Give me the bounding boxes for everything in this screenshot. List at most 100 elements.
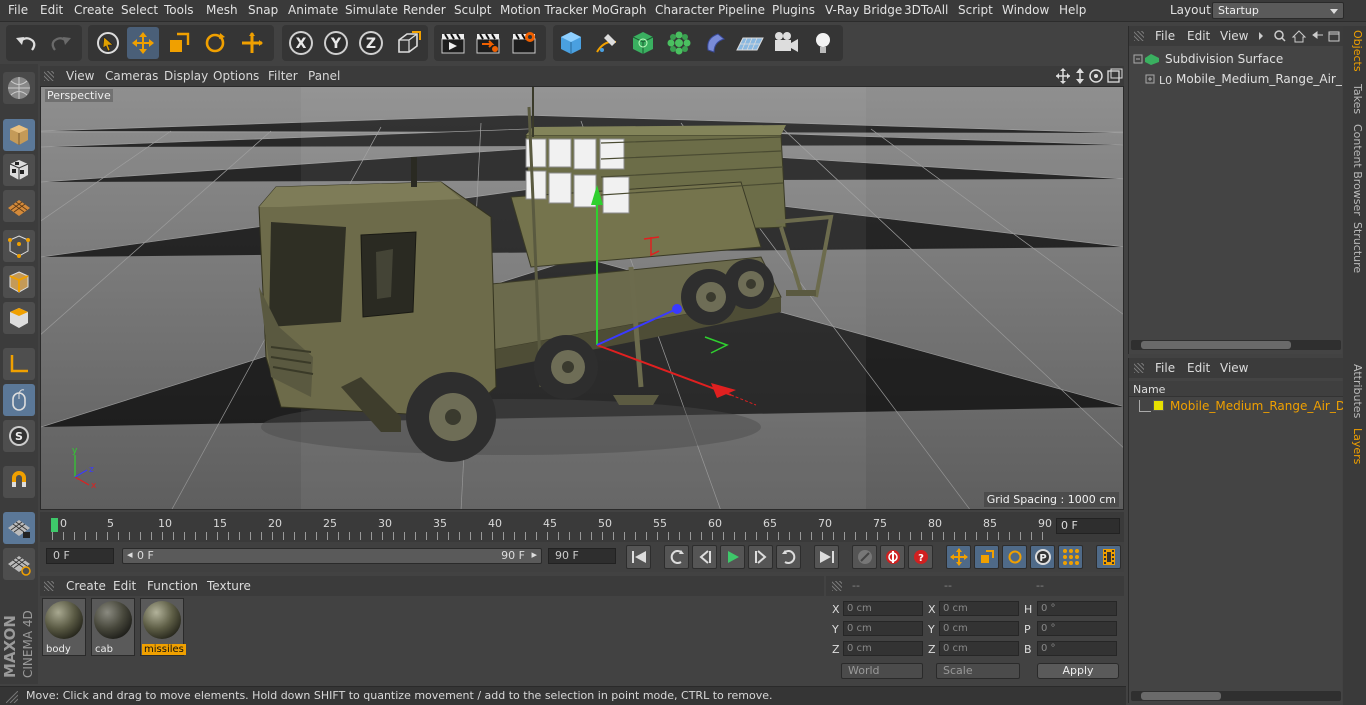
frame-ruler[interactable]: 0 5 10 15 20 25 30 35 40 45 50 55 60 65 … bbox=[51, 516, 1052, 540]
more-menu-icon[interactable] bbox=[1259, 32, 1263, 40]
cube-object-button[interactable] bbox=[555, 27, 587, 59]
move-tool-button[interactable] bbox=[127, 27, 159, 59]
keyframe-selection-button[interactable]: ? bbox=[908, 545, 933, 569]
material-swatch-cab[interactable]: cab bbox=[91, 598, 135, 656]
material-menu-function[interactable]: Function bbox=[147, 579, 198, 593]
coordinate-system-button[interactable] bbox=[392, 27, 424, 59]
axis-mode-button[interactable] bbox=[3, 348, 35, 380]
workplane-lock-button[interactable] bbox=[3, 512, 35, 544]
light-object-button[interactable] bbox=[807, 27, 839, 59]
rotate-view-icon[interactable] bbox=[1089, 69, 1103, 83]
undo-button[interactable] bbox=[10, 27, 42, 59]
menu-create[interactable]: Create bbox=[74, 3, 114, 17]
autokey-button[interactable] bbox=[880, 545, 905, 569]
menu-render[interactable]: Render bbox=[403, 3, 446, 17]
current-frame-field[interactable]: 0 F bbox=[1056, 518, 1120, 534]
maximize-view-icon[interactable] bbox=[1107, 68, 1123, 83]
scrollbar-thumb[interactable] bbox=[1141, 692, 1221, 700]
tab-structure[interactable]: Structure bbox=[1346, 222, 1364, 273]
back-icon[interactable] bbox=[1312, 31, 1323, 39]
menu-vray-bridge[interactable]: V-Ray Bridge bbox=[825, 3, 902, 17]
redo-button[interactable] bbox=[45, 27, 77, 59]
object-row-subdivision-surface[interactable]: Subdivision Surface bbox=[1129, 50, 1343, 68]
material-swatch-body[interactable]: body bbox=[42, 598, 86, 656]
deformer-button[interactable] bbox=[699, 27, 731, 59]
live-selection-button[interactable] bbox=[92, 27, 124, 59]
viewport-menu-view[interactable]: View bbox=[66, 69, 94, 83]
points-mode-button[interactable] bbox=[3, 230, 35, 262]
go-to-end-button[interactable] bbox=[814, 545, 839, 569]
cloner-button[interactable] bbox=[663, 27, 695, 59]
camera-object-button[interactable] bbox=[770, 27, 802, 59]
panel-grip[interactable] bbox=[832, 581, 842, 591]
viewport-menu-options[interactable]: Options bbox=[213, 69, 259, 83]
next-key-button[interactable] bbox=[776, 545, 801, 569]
viewport-menu-cameras[interactable]: Cameras bbox=[105, 69, 158, 83]
subdivision-surface-button[interactable] bbox=[627, 27, 659, 59]
play-forward-button[interactable] bbox=[720, 545, 745, 569]
go-to-start-button[interactable] bbox=[626, 545, 651, 569]
tab-attributes[interactable]: Attributes bbox=[1346, 364, 1364, 418]
record-parameter-button[interactable]: P bbox=[1030, 545, 1055, 569]
record-scale-button[interactable] bbox=[974, 545, 999, 569]
name-column-label[interactable]: Name bbox=[1133, 383, 1165, 396]
panel-grip[interactable] bbox=[1134, 363, 1144, 373]
rot-b-field[interactable]: 0 ° bbox=[1037, 641, 1117, 656]
pen-spline-button[interactable] bbox=[591, 27, 623, 59]
layer-horizontal-scrollbar[interactable] bbox=[1131, 691, 1341, 701]
polygons-mode-button[interactable] bbox=[3, 302, 35, 334]
layer-row[interactable]: Mobile_Medium_Range_Air_Defer bbox=[1129, 398, 1343, 416]
panel-grip[interactable] bbox=[1134, 31, 1144, 41]
previous-key-button[interactable] bbox=[664, 545, 689, 569]
quantize-button[interactable] bbox=[3, 548, 35, 580]
timeline-ruler[interactable]: 0 5 10 15 20 25 30 35 40 45 50 55 60 65 … bbox=[40, 512, 1124, 542]
menu-plugins[interactable]: Plugins bbox=[772, 3, 815, 17]
rotate-tool-button[interactable] bbox=[199, 27, 231, 59]
object-horizontal-scrollbar[interactable] bbox=[1131, 340, 1341, 350]
material-menu-create[interactable]: Create bbox=[66, 579, 106, 593]
camera-label[interactable]: Perspective bbox=[45, 89, 113, 102]
pos-x-field[interactable]: 0 cm bbox=[843, 601, 923, 616]
snap-button[interactable] bbox=[3, 466, 35, 498]
material-swatch-missiles[interactable]: missiles bbox=[140, 598, 186, 656]
size-z-field[interactable]: 0 cm bbox=[939, 641, 1019, 656]
layer-menu-edit[interactable]: Edit bbox=[1187, 361, 1210, 375]
menu-script[interactable]: Script bbox=[958, 3, 993, 17]
menu-mograph[interactable]: MoGraph bbox=[592, 3, 647, 17]
z-axis-lock-button[interactable]: Z bbox=[355, 27, 387, 59]
record-point-level-button[interactable] bbox=[1058, 545, 1083, 569]
layer-color-swatch[interactable] bbox=[1153, 400, 1164, 411]
menu-3dtoall[interactable]: 3DToAll bbox=[904, 3, 948, 17]
end-frame-field[interactable]: 90 F bbox=[548, 548, 616, 564]
size-mode-dropdown[interactable]: Scale bbox=[936, 663, 1020, 679]
edges-mode-button[interactable] bbox=[3, 266, 35, 298]
menu-select[interactable]: Select bbox=[121, 3, 158, 17]
rot-h-field[interactable]: 0 ° bbox=[1037, 601, 1117, 616]
viewport-menu-display[interactable]: Display bbox=[164, 69, 208, 83]
pan-view-icon[interactable] bbox=[1056, 68, 1070, 84]
object-menu-edit[interactable]: Edit bbox=[1187, 29, 1210, 43]
size-x-field[interactable]: 0 cm bbox=[939, 601, 1019, 616]
panel-grip[interactable] bbox=[44, 71, 54, 81]
timeline-window-button[interactable] bbox=[1096, 545, 1121, 569]
workplane-mode-button[interactable] bbox=[3, 190, 35, 222]
pos-y-field[interactable]: 0 cm bbox=[843, 621, 923, 636]
menu-sculpt[interactable]: Sculpt bbox=[454, 3, 491, 17]
tab-layers[interactable]: Layers bbox=[1346, 428, 1364, 464]
render-settings-button[interactable] bbox=[508, 27, 540, 59]
menu-edit[interactable]: Edit bbox=[40, 3, 63, 17]
menu-pipeline[interactable]: Pipeline bbox=[718, 3, 765, 17]
layer-menu-view[interactable]: View bbox=[1220, 361, 1248, 375]
record-position-button[interactable] bbox=[946, 545, 971, 569]
search-icon[interactable] bbox=[1274, 30, 1286, 42]
menu-help[interactable]: Help bbox=[1059, 3, 1086, 17]
previous-frame-button[interactable] bbox=[692, 545, 717, 569]
model-mode-button[interactable] bbox=[3, 119, 35, 151]
hierarchy-expand-icon[interactable] bbox=[1133, 53, 1161, 65]
render-view-button[interactable] bbox=[437, 27, 469, 59]
object-menu-file[interactable]: File bbox=[1155, 29, 1175, 43]
menu-tools[interactable]: Tools bbox=[164, 3, 194, 17]
y-axis-lock-button[interactable]: Y bbox=[320, 27, 352, 59]
viewport-menu-panel[interactable]: Panel bbox=[308, 69, 340, 83]
home-icon[interactable] bbox=[1291, 30, 1307, 43]
